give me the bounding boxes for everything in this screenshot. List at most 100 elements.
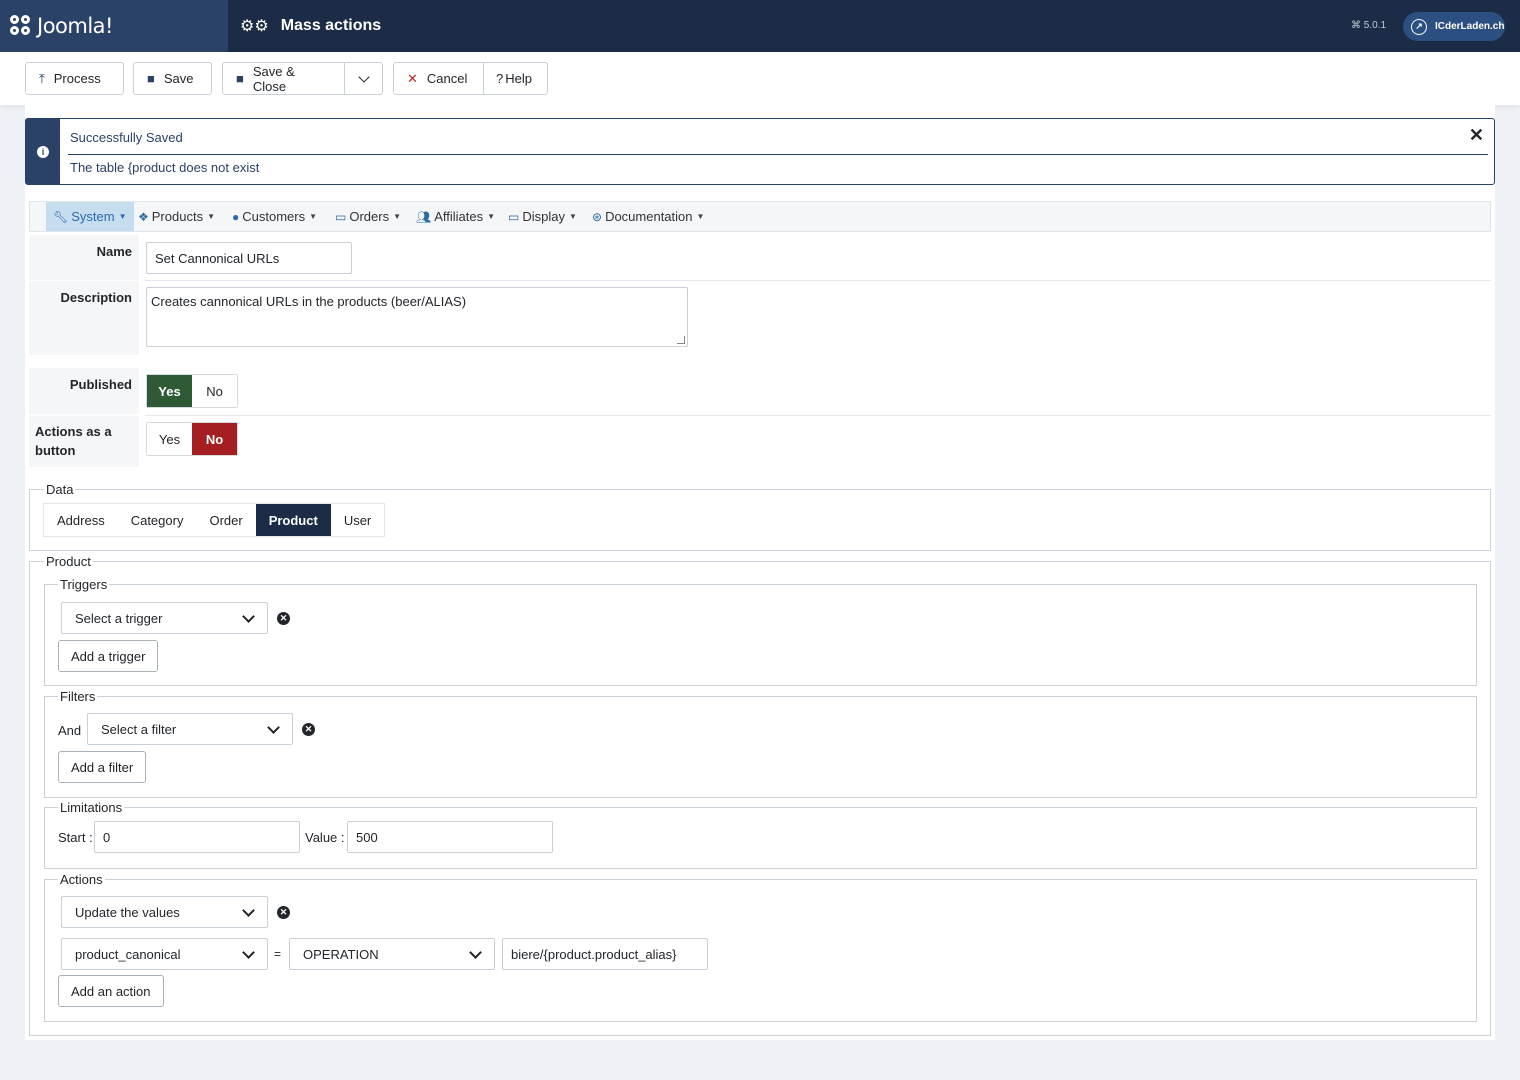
trigger-select-value: Select a trigger	[75, 610, 163, 626]
tab-user[interactable]: User	[331, 504, 384, 536]
start-input[interactable]: 0	[94, 821, 300, 853]
menu-orders-label: Orders	[349, 209, 390, 224]
chevron-down-icon	[456, 939, 494, 969]
page-title: Mass actions	[280, 17, 382, 34]
operation-select[interactable]: OPERATION	[289, 938, 495, 970]
alert-close-icon[interactable]: ✕	[1469, 125, 1484, 146]
action-value-input[interactable]: biere/{product.product_alias}	[502, 938, 708, 970]
add-action-button[interactable]: Add an action	[58, 975, 164, 1007]
joomla-logo[interactable]: Joomla!	[0, 0, 228, 52]
joomla-logo-icon	[10, 15, 32, 37]
action-field-select[interactable]: product_canonical	[61, 938, 268, 970]
triggers-legend: Triggers	[58, 577, 110, 592]
caret-down-icon: ▼	[309, 212, 318, 221]
tab-product[interactable]: Product	[255, 504, 331, 536]
remove-trigger-icon[interactable]: ✕	[277, 612, 290, 625]
wrench-icon: 🔧︎	[53, 209, 69, 224]
user-icon: ●	[232, 209, 240, 224]
caret-down-icon: ▼	[487, 212, 496, 221]
actions-legend: Actions	[58, 872, 105, 887]
cubes-icon: ❖	[138, 209, 149, 224]
tab-address[interactable]: Address	[44, 504, 118, 536]
save-options-dropdown[interactable]	[344, 62, 383, 95]
menu-documentation[interactable]: ⊛ Documentation ▼	[585, 202, 711, 231]
version-label: ⌘ 5.0.1	[1351, 20, 1387, 31]
floppy-icon: ■	[147, 71, 155, 86]
limitations-legend: Limitations	[58, 800, 125, 815]
alert-sidebar: i	[26, 119, 60, 184]
floppy-icon: ■	[236, 71, 244, 86]
alert-message: The table {product does not exist	[70, 160, 260, 175]
cogs-icon: ⚙⚙	[240, 18, 269, 35]
help-button[interactable]: ? Help	[483, 62, 548, 95]
toolbar: ⤒ Process ■ Save ■ Save & Close ✕ Cancel…	[0, 52, 1520, 105]
success-alert: i Successfully Saved The table {product …	[25, 118, 1495, 185]
caret-down-icon: ▼	[568, 212, 577, 221]
process-label: Process	[53, 71, 101, 86]
remove-filter-icon[interactable]: ✕	[302, 723, 315, 736]
value-input[interactable]: 500	[347, 821, 553, 853]
chevron-down-icon	[229, 939, 267, 969]
remove-action-icon[interactable]: ✕	[277, 906, 290, 919]
version-number: 5.0.1	[1363, 20, 1387, 31]
menu-customers-label: Customers	[242, 209, 306, 224]
add-trigger-button[interactable]: Add a trigger	[58, 640, 159, 672]
add-filter-button[interactable]: Add a filter	[58, 751, 147, 783]
chevron-down-icon	[229, 603, 267, 633]
divider	[145, 280, 1491, 281]
caret-down-icon: ▼	[118, 212, 127, 221]
close-icon: ✕	[407, 70, 418, 86]
filters-fieldset	[44, 696, 1477, 798]
actions-button-yes-option[interactable]: Yes	[147, 423, 192, 455]
tab-order[interactable]: Order	[196, 504, 255, 536]
filter-select[interactable]: Select a filter	[87, 713, 293, 745]
triggers-fieldset	[44, 584, 1477, 686]
published-yes-option[interactable]: Yes	[147, 375, 192, 407]
name-input[interactable]: Set Cannonical URLs	[146, 242, 352, 274]
trigger-select[interactable]: Select a trigger	[61, 602, 268, 634]
caret-down-icon: ▼	[696, 212, 705, 221]
cancel-label: Cancel	[426, 71, 468, 86]
description-textarea[interactable]: Creates cannonical URLs in the products …	[146, 287, 688, 347]
filter-select-value: Select a filter	[101, 721, 177, 737]
menu-system-label: System	[71, 209, 115, 224]
cancel-button[interactable]: ✕ Cancel	[393, 62, 484, 95]
users-icon: 👥︎	[416, 209, 432, 224]
filters-legend: Filters	[58, 689, 98, 704]
info-icon: i	[37, 145, 49, 158]
upload-icon: ⤒	[39, 70, 45, 86]
chevron-down-icon	[357, 70, 370, 83]
external-link-icon: ↗	[1411, 18, 1427, 35]
actions-button-toggle[interactable]: Yes No	[146, 422, 238, 456]
description-label: Description	[29, 281, 139, 355]
menu-products[interactable]: ❖ Products ▼	[131, 202, 222, 231]
save-close-button[interactable]: ■ Save & Close	[222, 62, 345, 95]
menu-documentation-label: Documentation	[605, 209, 693, 224]
menu-display[interactable]: ▭ Display ▼	[501, 202, 584, 231]
menu-customers[interactable]: ● Customers ▼	[225, 202, 324, 231]
value-label: Value :	[305, 830, 345, 845]
menu-affiliates-label: Affiliates	[434, 209, 484, 224]
process-button[interactable]: ⤒ Process	[25, 62, 124, 95]
action-type-value: Update the values	[75, 904, 180, 920]
menu-products-label: Products	[151, 209, 204, 224]
equals-sign: =	[274, 947, 282, 961]
resize-handle[interactable]	[677, 336, 685, 344]
menu-affiliates[interactable]: 👥︎ Affiliates ▼	[409, 202, 502, 231]
save-button[interactable]: ■ Save	[133, 62, 212, 95]
actions-button-no-option[interactable]: No	[192, 423, 237, 455]
menu-system[interactable]: 🔧︎ System ▼	[46, 202, 134, 231]
tab-category[interactable]: Category	[118, 504, 197, 536]
actions-button-label: Actions as a button	[29, 416, 139, 467]
published-no-option[interactable]: No	[192, 375, 237, 407]
credit-card-icon: ▭	[335, 209, 347, 224]
caret-down-icon: ▼	[393, 212, 401, 221]
action-type-select[interactable]: Update the values	[61, 896, 268, 928]
chevron-down-icon	[254, 714, 292, 744]
product-legend: Product	[44, 554, 93, 569]
published-toggle[interactable]: Yes No	[146, 374, 238, 408]
menu-orders[interactable]: ▭ Orders ▼	[328, 202, 408, 231]
menu-display-label: Display	[522, 209, 565, 224]
caret-down-icon: ▼	[207, 212, 215, 221]
site-link-button[interactable]: ↗ ICderLaden.ch	[1403, 12, 1505, 41]
